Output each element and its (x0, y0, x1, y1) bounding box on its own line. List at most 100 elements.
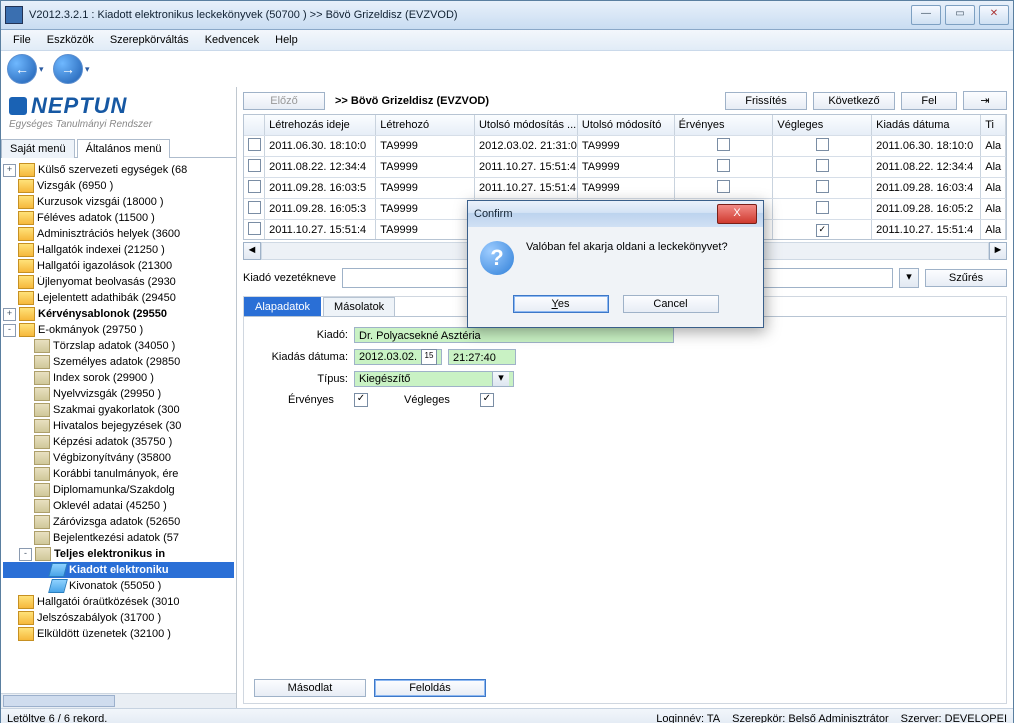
masodlat-button[interactable]: Másodlat (254, 679, 366, 697)
tree-item[interactable]: Jelszószabályok (31700 ) (3, 610, 234, 626)
close-button[interactable]: ✕ (979, 5, 1009, 25)
tree-expander[interactable]: - (3, 324, 16, 337)
tree-item[interactable]: Záróvizsga adatok (52650 (3, 514, 234, 530)
minimize-button[interactable]: — (911, 5, 941, 25)
cell-checkbox[interactable] (717, 138, 730, 151)
menu-eszkozok[interactable]: Eszközök (39, 32, 102, 48)
column-header[interactable]: Létrehozás ideje (265, 115, 376, 136)
column-header[interactable]: Ti (981, 115, 1006, 136)
tree-item[interactable]: Végbizonyítvány (35800 (3, 450, 234, 466)
tab-masolatok[interactable]: Másolatok (323, 297, 395, 316)
pin-button[interactable]: ⇥ (963, 91, 1007, 110)
row-checkbox[interactable] (248, 138, 261, 151)
chevron-down-icon[interactable]: ▾ (492, 372, 509, 386)
tree-view[interactable]: +Külső szervezeti egységek (68Vizsgák (6… (1, 158, 236, 693)
column-header[interactable]: Utolsó módosító (577, 115, 674, 136)
tree-item[interactable]: Diplomamunka/Szakdolg (3, 482, 234, 498)
dialog-close-button[interactable]: X (717, 204, 757, 224)
tree-expander[interactable]: - (19, 548, 32, 561)
tree-item[interactable]: +Külső szervezeti egységek (68 (3, 162, 234, 178)
column-header[interactable] (244, 115, 265, 136)
grid-scroll-right[interactable]: ► (989, 242, 1007, 260)
tree-item[interactable]: Hivatalos bejegyzések (30 (3, 418, 234, 434)
tree-item[interactable]: +Kérvénysablonok (29550 (3, 306, 234, 322)
tab-altalanos-menu[interactable]: Általános menü (77, 139, 171, 158)
tree-item[interactable]: Oklevél adatai (45250 ) (3, 498, 234, 514)
tree-item[interactable]: Korábbi tanulmányok, ére (3, 466, 234, 482)
kiado-field[interactable]: Dr. Polyacsekné Asztéria (354, 327, 674, 343)
filter-dropdown[interactable]: ▾ (899, 268, 919, 288)
row-checkbox[interactable] (248, 180, 261, 193)
tree-item[interactable]: Személyes adatok (29850 (3, 354, 234, 370)
refresh-button[interactable]: Frissítés (725, 92, 807, 110)
kiadas-datuma-field[interactable]: 2012.03.02.15 (354, 349, 442, 365)
nav-back-button[interactable]: ← (7, 54, 37, 84)
calendar-icon[interactable]: 15 (421, 349, 437, 365)
tree-item[interactable]: Elküldött üzenetek (32100 ) (3, 626, 234, 642)
tree-expander[interactable]: + (3, 308, 16, 321)
tree-expander[interactable]: + (3, 164, 16, 177)
next-button[interactable]: Következő (813, 92, 895, 110)
nav-forward-dropdown[interactable]: ▾ (85, 64, 95, 74)
tree-item[interactable]: Újlenyomat beolvasás (2930 (3, 274, 234, 290)
tree-item[interactable]: Hallgatók indexei (21250 ) (3, 242, 234, 258)
row-checkbox[interactable] (248, 159, 261, 172)
kiadas-time-field[interactable]: 21:27:40 (448, 349, 516, 365)
tree-item[interactable]: Kivonatok (55050 ) (3, 578, 234, 594)
tree-item[interactable]: Kiadott elektroniku (3, 562, 234, 578)
vegleges-checkbox[interactable]: ✓ (480, 393, 494, 407)
tree-item[interactable]: Index sorok (29900 ) (3, 370, 234, 386)
tree-item[interactable]: Adminisztrációs helyek (3600 (3, 226, 234, 242)
tree-hscroll-thumb[interactable] (3, 695, 115, 707)
table-row[interactable]: 2011.08.22. 12:34:4TA99992011.10.27. 15:… (244, 157, 1006, 178)
cell-checkbox[interactable] (717, 159, 730, 172)
up-button[interactable]: Fel (901, 92, 957, 110)
cell-checkbox[interactable] (816, 159, 829, 172)
menu-kedvencek[interactable]: Kedvencek (197, 32, 267, 48)
tipus-combo[interactable]: Kiegészítő▾ (354, 371, 514, 387)
row-checkbox[interactable] (248, 222, 261, 235)
table-row[interactable]: 2011.06.30. 18:10:0TA99992012.03.02. 21:… (244, 136, 1006, 157)
column-header[interactable]: Végleges (773, 115, 872, 136)
tree-item[interactable]: Hallgatói igazolások (21300 (3, 258, 234, 274)
table-row[interactable]: 2011.09.28. 16:03:5TA99992011.10.27. 15:… (244, 178, 1006, 199)
menu-help[interactable]: Help (267, 32, 306, 48)
column-header[interactable]: Kiadás dátuma (872, 115, 981, 136)
nav-back-dropdown[interactable]: ▾ (39, 64, 49, 74)
grid-scroll-left[interactable]: ◄ (243, 242, 261, 260)
tab-alapadatok[interactable]: Alapadatok (244, 297, 321, 316)
cell-checkbox[interactable]: ✓ (816, 224, 829, 237)
tree-item[interactable]: Hallgatói óraütközések (3010 (3, 594, 234, 610)
tree-item[interactable]: Bejelentkezési adatok (57 (3, 530, 234, 546)
column-header[interactable]: Érvényes (674, 115, 773, 136)
tree-item[interactable]: Vizsgák (6950 ) (3, 178, 234, 194)
tree-item[interactable]: -Teljes elektronikus in (3, 546, 234, 562)
cell-checkbox[interactable] (816, 180, 829, 193)
dialog-titlebar[interactable]: Confirm X (468, 201, 763, 227)
tab-sajat-menu[interactable]: Saját menü (1, 139, 75, 158)
tree-item[interactable]: Lejelentett adathibák (29450 (3, 290, 234, 306)
tree-item[interactable]: Féléves adatok (11500 ) (3, 210, 234, 226)
feloldas-button[interactable]: Feloldás (374, 679, 486, 697)
row-checkbox[interactable] (248, 201, 261, 214)
tree-hscroll[interactable] (1, 693, 236, 708)
tree-item[interactable]: Kurzusok vizsgái (18000 ) (3, 194, 234, 210)
menu-file[interactable]: File (5, 32, 39, 48)
titlebar[interactable]: V2012.3.2.1 : Kiadott elektronikus lecke… (1, 1, 1013, 30)
dialog-cancel-button[interactable]: Cancel (623, 295, 719, 313)
cell-checkbox[interactable] (816, 138, 829, 151)
cell-checkbox[interactable] (816, 201, 829, 214)
column-header[interactable]: Utolsó módosítás ... (474, 115, 577, 136)
dialog-yes-button[interactable]: Yes (513, 295, 609, 313)
nav-forward-button[interactable]: → (53, 54, 83, 84)
filter-button[interactable]: Szűrés (925, 269, 1007, 287)
cell-checkbox[interactable] (717, 180, 730, 193)
column-header[interactable]: Létrehozó (376, 115, 475, 136)
menu-szerepkorvaltas[interactable]: Szerepkörváltás (102, 32, 197, 48)
tree-item[interactable]: Nyelvvizsgák (29950 ) (3, 386, 234, 402)
tree-item[interactable]: Képzési adatok (35750 ) (3, 434, 234, 450)
ervenyes-checkbox[interactable]: ✓ (354, 393, 368, 407)
tree-item[interactable]: -E-okmányok (29750 ) (3, 322, 234, 338)
tree-item[interactable]: Szakmai gyakorlatok (300 (3, 402, 234, 418)
maximize-button[interactable]: ▭ (945, 5, 975, 25)
